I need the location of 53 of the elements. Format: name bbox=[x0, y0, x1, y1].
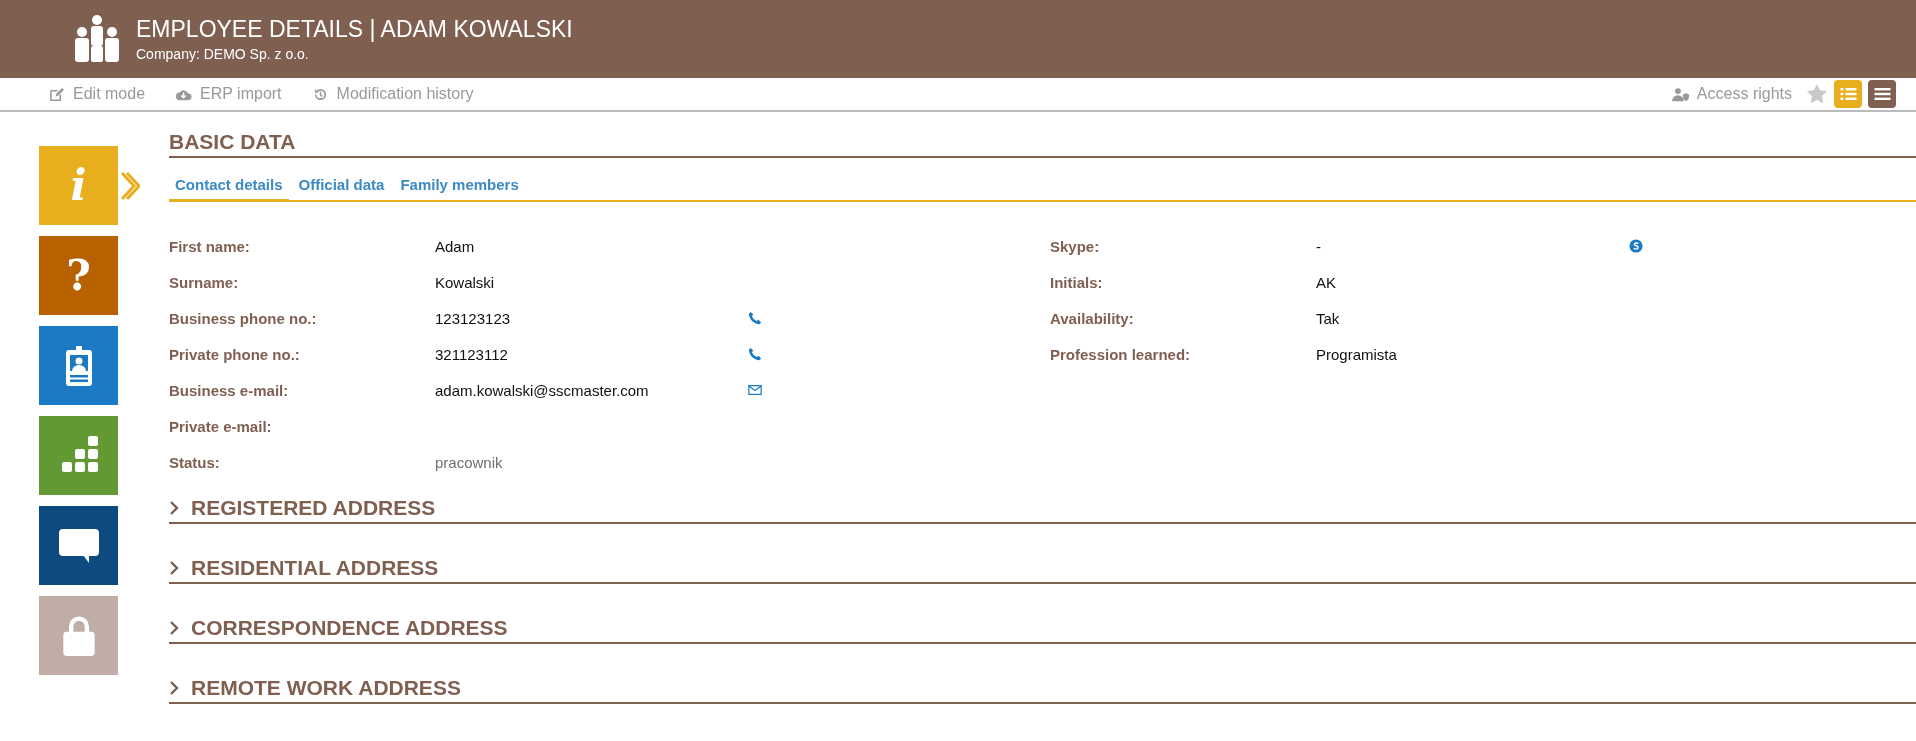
field-label: Private phone no.: bbox=[169, 345, 301, 363]
field-value: - bbox=[1316, 237, 1321, 255]
collapsible-section-header[interactable]: CORRESPONDENCE ADDRESS bbox=[169, 616, 1916, 644]
toolbar-button[interactable]: Edit mode bbox=[48, 85, 146, 103]
sidebar-tile[interactable] bbox=[39, 506, 118, 585]
sidebar-tile[interactable] bbox=[39, 326, 118, 405]
field-value: 321123112 bbox=[435, 345, 508, 363]
company-name: Company: DEMO Sp. z o.o. bbox=[136, 46, 310, 62]
edit-icon bbox=[48, 86, 65, 102]
field-label: Availability: bbox=[1050, 309, 1135, 327]
skype-icon[interactable] bbox=[1629, 239, 1643, 253]
envelope-icon[interactable] bbox=[748, 383, 762, 397]
sidebar-tile[interactable] bbox=[39, 596, 118, 675]
phone-icon[interactable] bbox=[748, 311, 762, 325]
phone-icon[interactable] bbox=[748, 347, 762, 361]
toolbar-button[interactable]: ERP import bbox=[175, 85, 282, 103]
tab[interactable]: Contact details bbox=[169, 168, 289, 202]
page-title: EMPLOYEE DETAILS | ADAM KOWALSKI bbox=[136, 16, 573, 43]
field-value: Programista bbox=[1316, 345, 1397, 363]
field-value: pracownik bbox=[435, 453, 503, 471]
menu-button[interactable] bbox=[1868, 80, 1896, 108]
field-value: Tak bbox=[1316, 309, 1340, 327]
field-value: Adam bbox=[435, 237, 475, 255]
collapsible-section-header[interactable]: REGISTERED ADDRESS bbox=[169, 496, 1916, 524]
tab[interactable]: Family members bbox=[394, 168, 525, 202]
field-label: Skype: bbox=[1050, 237, 1101, 255]
people-icon bbox=[72, 14, 122, 64]
field-label: Profession learned: bbox=[1050, 345, 1192, 363]
collapsible-section-header[interactable]: RESIDENTIAL ADDRESS bbox=[169, 556, 1916, 584]
field-label: Private e-mail: bbox=[169, 417, 273, 435]
menu-icon bbox=[1873, 87, 1891, 101]
sidebar-tile[interactable]: ? bbox=[39, 236, 118, 315]
field-label: First name: bbox=[169, 237, 251, 255]
collapsible-section-header[interactable]: REMOTE WORK ADDRESS bbox=[169, 676, 1916, 704]
star-icon[interactable] bbox=[1806, 83, 1828, 105]
field-value: adam.kowalski@sscmaster.com bbox=[435, 381, 649, 399]
sidebar-tile[interactable]: i bbox=[39, 146, 118, 225]
field-label: Business phone no.: bbox=[169, 309, 318, 327]
sidebar-tile[interactable] bbox=[39, 416, 118, 495]
access-rights-button[interactable]: Access rights bbox=[1671, 85, 1792, 103]
list-icon bbox=[1839, 87, 1857, 101]
field-label: Surname: bbox=[169, 273, 240, 291]
tab[interactable]: Official data bbox=[292, 168, 391, 202]
field-label: Initials: bbox=[1050, 273, 1104, 291]
field-label: Business e-mail: bbox=[169, 381, 290, 399]
toolbar-button[interactable]: Modification history bbox=[311, 85, 474, 103]
field-label: Status: bbox=[169, 453, 221, 471]
user-shield-icon bbox=[1671, 86, 1689, 102]
section-heading: BASIC DATA bbox=[169, 130, 1916, 158]
field-value: Kowalski bbox=[435, 273, 495, 291]
chevron-icon bbox=[120, 170, 140, 201]
field-value: AK bbox=[1316, 273, 1336, 291]
field-value: 123123123 bbox=[435, 309, 511, 327]
